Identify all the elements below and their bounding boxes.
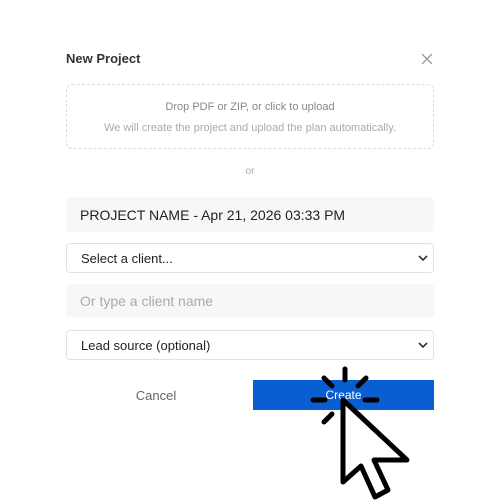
new-project-dialog: New Project Drop PDF or ZIP, or click to… — [0, 0, 500, 500]
chevron-down-icon — [418, 342, 428, 349]
project-name-value: PROJECT NAME - Apr 21, 2026 03:33 PM — [80, 206, 346, 223]
client-name-placeholder: Or type a client name — [80, 292, 214, 309]
dropzone-main-text: Drop PDF or ZIP, or click to upload — [165, 101, 335, 113]
client-select[interactable]: Select a client... — [66, 243, 434, 273]
lead-source-select[interactable]: Lead source (optional) — [66, 330, 434, 360]
upload-dropzone[interactable]: Drop PDF or ZIP, or click to upload We w… — [66, 84, 434, 149]
lead-source-value: Lead source (optional) — [81, 337, 211, 353]
chevron-down-icon — [418, 255, 428, 262]
cancel-button[interactable]: Cancel — [66, 380, 246, 410]
dialog-title: New Project — [66, 51, 141, 66]
or-separator: or — [245, 166, 255, 177]
close-icon[interactable] — [419, 51, 435, 67]
create-button[interactable]: Create — [253, 380, 434, 410]
client-name-input[interactable]: Or type a client name — [66, 284, 434, 317]
dropzone-sub-text: We will create the project and upload th… — [104, 122, 396, 134]
project-name-input[interactable]: PROJECT NAME - Apr 21, 2026 03:33 PM — [66, 197, 434, 232]
client-select-value: Select a client... — [81, 250, 173, 266]
